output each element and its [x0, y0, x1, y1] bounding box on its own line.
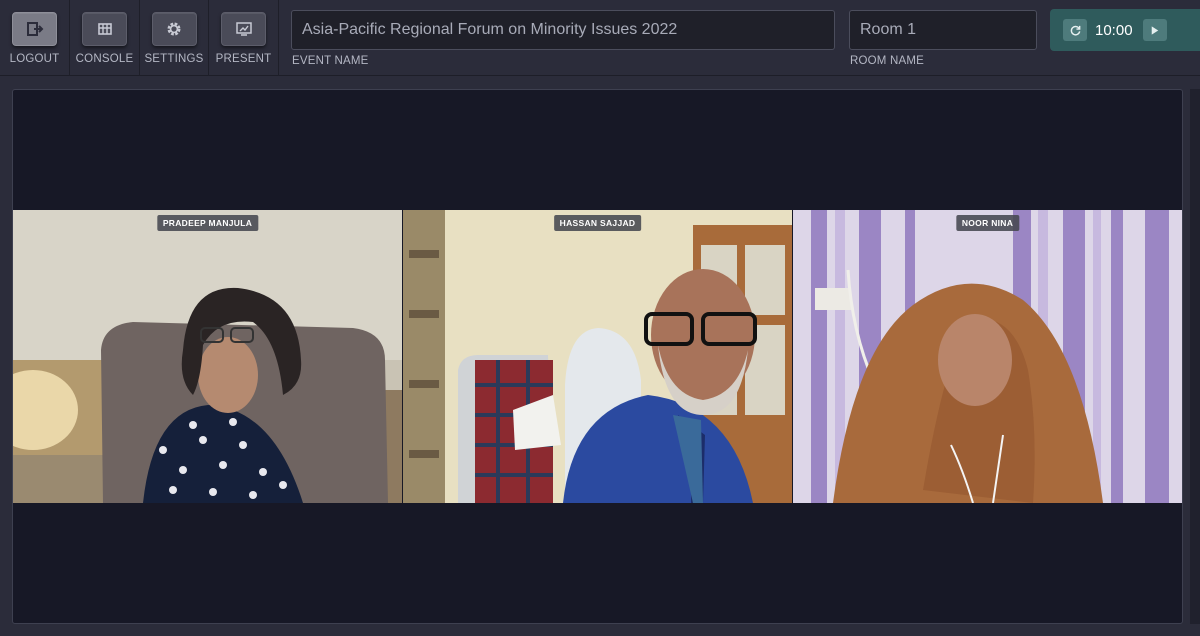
timer-control: 10:00: [1050, 9, 1200, 51]
settings-button[interactable]: [151, 12, 197, 46]
participant-tile[interactable]: NOOR NINA: [793, 210, 1182, 503]
gear-icon: [167, 22, 181, 36]
logout-button[interactable]: [12, 12, 57, 46]
play-icon: [1151, 25, 1159, 35]
participant-tile[interactable]: PRADEEP MANJULA: [13, 210, 402, 503]
participant-video: [793, 210, 1182, 503]
top-toolbar: LOGOUT CONSOLE SETTINGS PRESENT Asia-Pac…: [0, 0, 1200, 76]
timer-value: 10:00: [1095, 21, 1133, 39]
logout-label: LOGOUT: [9, 53, 60, 65]
participant-tile[interactable]: HASSAN SAJJAD: [403, 210, 792, 503]
participant-video: [403, 210, 792, 503]
present-icon: [235, 22, 252, 36]
event-name-label: EVENT NAME: [292, 55, 369, 67]
participant-name-tag: HASSAN SAJJAD: [553, 215, 642, 231]
present-label: PRESENT: [215, 53, 272, 65]
event-name-group: EVENT NAME: [279, 0, 849, 76]
participant-name-tag: NOOR NINA: [955, 215, 1020, 231]
refresh-icon: [1070, 25, 1080, 35]
logout-tool: LOGOUT: [0, 0, 70, 76]
grid-icon: [97, 23, 112, 35]
settings-tool: SETTINGS: [140, 0, 209, 76]
participant-name-tag: PRADEEP MANJULA: [156, 215, 259, 231]
console-label: CONSOLE: [75, 53, 134, 65]
participant-video: [13, 210, 402, 503]
settings-label: SETTINGS: [144, 53, 204, 65]
timer-reset-button[interactable]: [1063, 19, 1087, 41]
console-button[interactable]: [82, 12, 127, 46]
logout-icon: [26, 22, 43, 36]
room-name-label: ROOM NAME: [850, 55, 924, 67]
console-tool: CONSOLE: [70, 0, 140, 76]
present-button[interactable]: [221, 12, 266, 46]
scroll-edge: [1190, 89, 1200, 624]
room-name-group: ROOM NAME: [849, 0, 1049, 76]
timer-play-button[interactable]: [1142, 19, 1167, 41]
present-tool: PRESENT: [209, 0, 279, 76]
room-name-input[interactable]: [849, 10, 1037, 50]
event-name-input[interactable]: [291, 10, 835, 50]
